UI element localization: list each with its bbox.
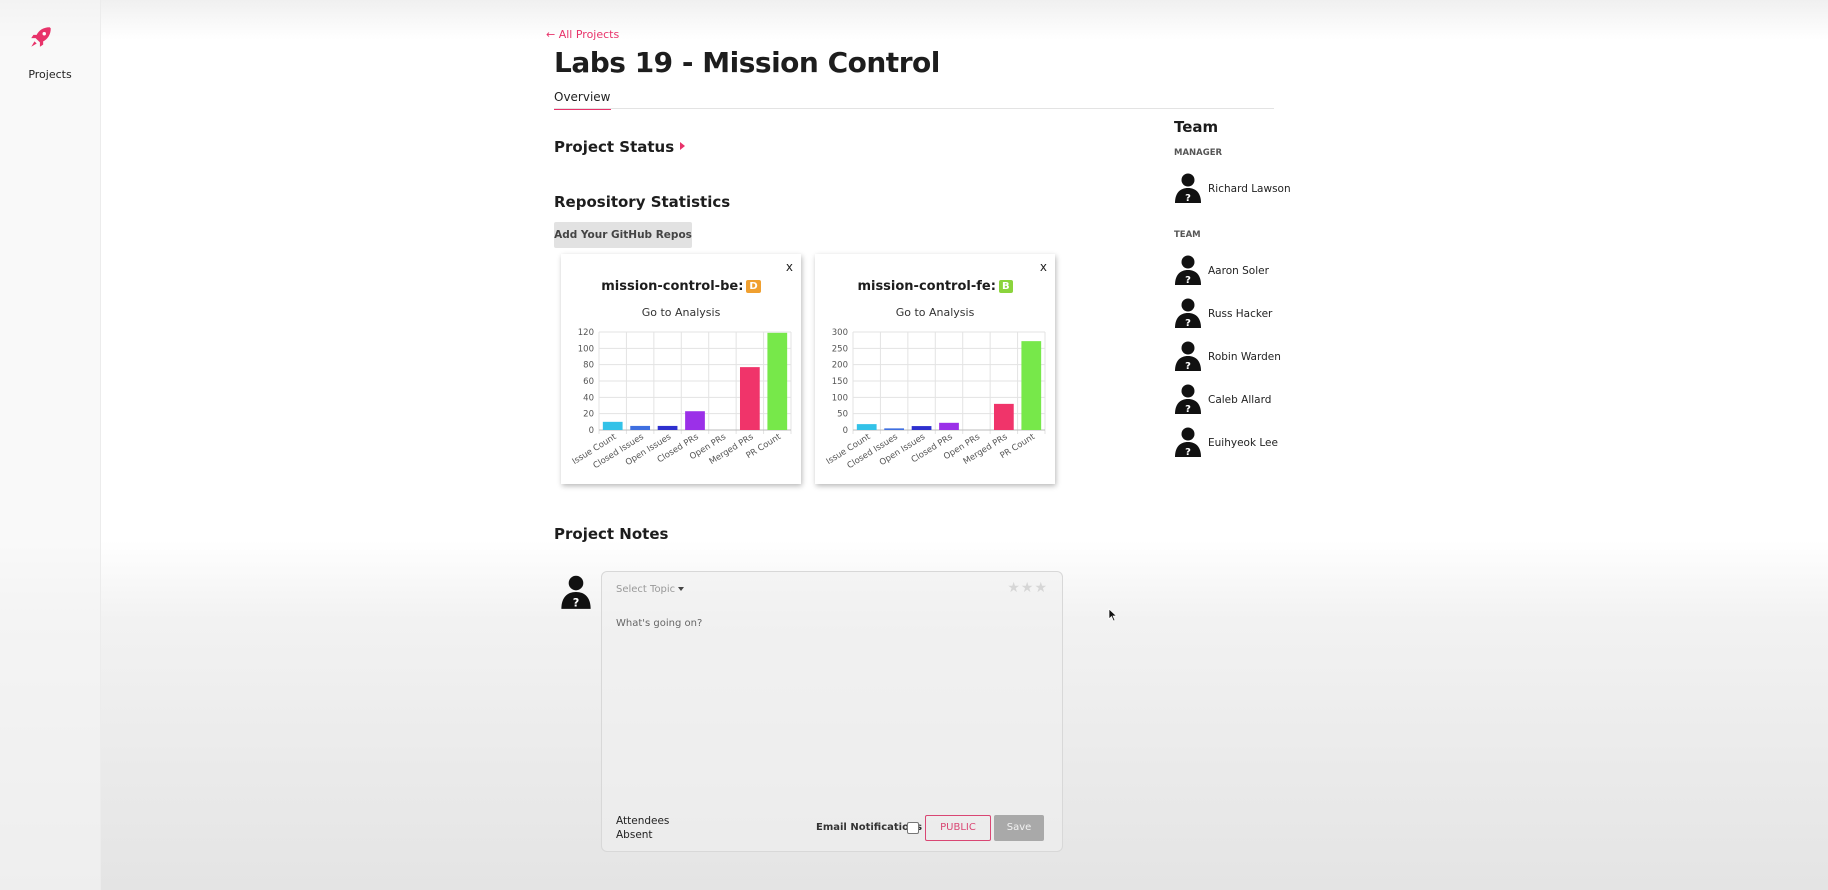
svg-text:?: ? [1185,447,1191,458]
y-tick-label: 0 [589,426,594,436]
y-tick-label: 20 [583,410,594,420]
note-text-input[interactable]: What's going on? [616,618,702,629]
team-member[interactable]: ? Richard Lawson [1174,172,1374,206]
go-to-analysis-link[interactable]: Go to Analysis [815,306,1055,319]
note-editor: Select Topic ★★★ What's going on? Attend… [601,571,1063,852]
team-member[interactable]: ? Russ Hacker [1174,297,1374,331]
svg-text:?: ? [573,597,580,610]
project-status-title: Project Status [554,138,675,156]
repo-name-text: mission-control-fe: [857,279,996,294]
team-member[interactable]: ? Caleb Allard [1174,383,1374,417]
chart-bar [1021,341,1042,430]
team-member[interactable]: ? Aaron Soler [1174,254,1374,288]
member-name: Russ Hacker [1208,308,1273,320]
chart-bar [884,428,905,430]
avatar-icon: ? [1175,255,1201,286]
repo-card-fe: x mission-control-fe: B Go to Analysis 0 5… [815,254,1055,484]
page-title: Labs 19 - Mission Control [554,46,940,79]
y-tick-label: 60 [583,377,594,387]
chevron-down-icon [678,587,685,591]
repo-name: mission-control-fe: B [815,279,1055,294]
y-tick-label: 80 [583,361,594,371]
y-tick-label: 40 [583,393,594,403]
sidebar-item-projects[interactable]: Projects [0,68,100,81]
y-tick-label: 150 [832,377,848,387]
team-title: Team [1174,118,1219,136]
star-rating[interactable]: ★★★ [1007,580,1048,596]
avatar-icon: ? [1175,341,1201,372]
svg-text:?: ? [1185,404,1191,415]
y-tick-label: 250 [832,344,848,354]
save-button[interactable]: Save [994,815,1044,841]
team-member[interactable]: ? Euihyeok Lee [1174,426,1374,460]
project-status-toggle[interactable]: Project Status [554,138,686,156]
member-name: Euihyeok Lee [1208,437,1278,449]
repo-name: mission-control-be: D [561,279,801,294]
header-divider [554,108,1274,109]
public-button[interactable]: PUBLIC [925,815,991,841]
go-to-analysis-link[interactable]: Go to Analysis [561,306,801,319]
repository-statistics-title: Repository Statistics [554,193,731,211]
chart-bar [856,424,877,430]
y-tick-label: 100 [832,393,848,403]
svg-text:?: ? [1185,318,1191,329]
grade-badge: D [746,280,761,293]
rocket-icon[interactable] [28,24,54,50]
chart-bar [630,425,651,430]
grade-badge: B [998,280,1013,293]
y-tick-label: 100 [578,344,594,354]
sidebar: Projects [0,0,101,890]
repo-bar-chart-be: 020406080100120Issue CountClosed IssuesO… [571,328,792,471]
close-card-button[interactable]: x [786,260,793,274]
repo-name-text: mission-control-be: [601,279,744,294]
avatar-icon: ? [1175,384,1201,415]
member-name: Robin Warden [1208,351,1281,363]
close-card-button[interactable]: x [1040,260,1047,274]
absent-label[interactable]: Absent [616,828,669,842]
chart-bar [739,367,760,430]
team-member[interactable]: ? Robin Warden [1174,340,1374,374]
y-tick-label: 50 [837,410,848,420]
team-label: TEAM [1174,230,1201,240]
project-notes-title: Project Notes [554,525,669,543]
avatar-icon: ? [1175,427,1201,458]
svg-text:?: ? [1185,193,1191,204]
y-tick-label: 120 [578,328,594,338]
avatar-icon: ? [1175,298,1201,329]
mouse-cursor-icon [1108,608,1118,622]
tab-overview[interactable]: Overview [554,90,611,110]
chart-bar [939,422,959,430]
chart-bar [993,403,1014,430]
caret-right-icon [680,142,686,150]
all-projects-link[interactable]: ← All Projects [546,28,619,41]
chart-bar [657,425,678,430]
select-topic-dropdown[interactable]: Select Topic [616,584,685,595]
chart-bar [685,411,705,430]
chart-bar [602,421,623,430]
chart-bar [911,426,932,430]
member-name: Richard Lawson [1208,183,1291,195]
select-topic-label: Select Topic [616,584,676,595]
svg-text:?: ? [1185,275,1191,286]
member-name: Aaron Soler [1208,265,1269,277]
y-tick-label: 300 [832,328,848,338]
email-notifications-checkbox[interactable] [907,822,919,834]
repo-bar-chart-fe: 050100150200250300Issue CountClosed Issu… [825,328,1046,471]
chart-bar [767,332,788,430]
avatar-icon: ? [1175,173,1201,204]
svg-text:?: ? [1185,361,1191,372]
attendees-section: Attendees Absent [616,814,669,842]
y-tick-label: 200 [832,361,848,371]
member-name: Caleb Allard [1208,394,1272,406]
avatar-icon: ? [561,575,591,610]
y-tick-label: 0 [843,426,848,436]
manager-label: MANAGER [1174,148,1223,158]
repo-card-be: x mission-control-be: D Go to Analysis 0 2… [561,254,801,484]
add-github-repos-button[interactable]: Add Your GitHub Repos [554,222,692,248]
attendees-label[interactable]: Attendees [616,814,669,828]
